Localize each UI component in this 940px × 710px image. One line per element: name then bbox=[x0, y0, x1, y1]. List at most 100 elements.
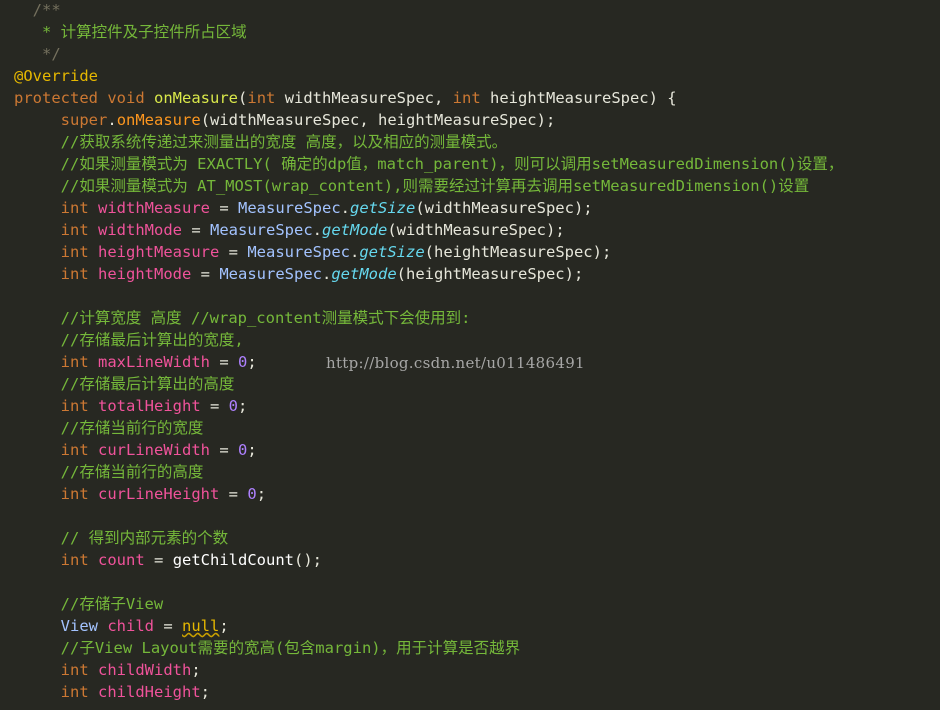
code-token: ; bbox=[191, 661, 201, 679]
code-token: int bbox=[60, 397, 89, 415]
code-token: getSize bbox=[350, 199, 416, 217]
code-line: int childWidth; bbox=[14, 659, 201, 681]
code-token: View bbox=[60, 617, 98, 635]
code-token: int bbox=[452, 89, 481, 107]
code-token: = bbox=[219, 485, 248, 503]
code-token: super bbox=[60, 111, 108, 129]
code-token: int bbox=[60, 243, 89, 261]
code-token: void bbox=[107, 89, 145, 107]
code-token: heightMeasure bbox=[98, 243, 220, 261]
code-token: int bbox=[60, 441, 89, 459]
code-token: = bbox=[210, 353, 238, 371]
code-token: // 得到内部元素的个数 bbox=[14, 529, 229, 547]
code-line: /** bbox=[14, 0, 61, 21]
code-token: MeasureSpec bbox=[247, 243, 350, 261]
code-line: //存储最后计算出的宽度, bbox=[14, 329, 244, 351]
code-token: int bbox=[247, 89, 276, 107]
code-token: count bbox=[98, 551, 145, 569]
code-line: int curLineHeight = 0; bbox=[14, 483, 266, 505]
code-line: @Override bbox=[14, 65, 98, 87]
code-token: 0 bbox=[238, 441, 248, 459]
code-token: int bbox=[60, 199, 89, 217]
code-line: int heightMeasure = MeasureSpec.getSize(… bbox=[14, 241, 612, 263]
code-line: //存储子View bbox=[14, 593, 164, 615]
code-token: getMode bbox=[322, 221, 388, 239]
code-token: = bbox=[154, 617, 183, 635]
code-token: ; bbox=[200, 683, 211, 701]
code-token: null bbox=[182, 617, 220, 635]
code-token: heightMeasureSpec) { bbox=[480, 89, 677, 107]
code-line: //存储当前行的高度 bbox=[14, 461, 204, 483]
code-token: getMode bbox=[331, 265, 397, 283]
code-token: 0 bbox=[228, 397, 239, 415]
code-token: //存储最后计算出的宽度, bbox=[14, 331, 244, 349]
code-line: int maxLineWidth = 0; bbox=[14, 351, 257, 373]
code-token: onMeasure bbox=[116, 111, 201, 129]
code-token: widthMode bbox=[98, 221, 183, 239]
code-token: (widthMeasureSpec, heightMeasureSpec); bbox=[200, 111, 556, 129]
code-token: (widthMeasureSpec); bbox=[387, 221, 565, 239]
code-token: child bbox=[107, 617, 155, 635]
code-token: getChildCount bbox=[172, 551, 295, 569]
code-token: . bbox=[107, 111, 117, 129]
code-token: //子View Layout需要的宽高(包含margin)，用于计算是否越界 bbox=[14, 639, 521, 657]
code-token: . bbox=[340, 199, 350, 217]
code-token: 0 bbox=[238, 353, 248, 371]
code-token: ( bbox=[238, 89, 248, 107]
code-token: totalHeight bbox=[98, 397, 201, 415]
code-token: widthMeasureSpec, bbox=[275, 89, 453, 107]
code-token: * 计算控件及子控件所占区域 bbox=[14, 23, 247, 41]
code-line: //如果测量模式为 EXACTLY( 确定的dp值，match_parent)，… bbox=[14, 153, 844, 175]
code-line: int curLineWidth = 0; bbox=[14, 439, 257, 461]
code-token: MeasureSpec bbox=[238, 199, 341, 217]
code-token: = bbox=[219, 243, 248, 261]
code-token: //获取系统传递过来测量出的宽度 高度，以及相应的测量模式。 bbox=[14, 133, 508, 151]
code-token: ; bbox=[238, 397, 248, 415]
code-line: //存储当前行的宽度 bbox=[14, 417, 204, 439]
code-token: int bbox=[60, 485, 89, 503]
code-token: = bbox=[210, 441, 238, 459]
code-token: = bbox=[182, 221, 211, 239]
code-line: int widthMeasure = MeasureSpec.getSize(w… bbox=[14, 197, 593, 219]
code-token: ; bbox=[247, 353, 257, 371]
code-token: ; bbox=[219, 617, 229, 635]
code-line: int childHeight; bbox=[14, 681, 210, 703]
code-line: */ bbox=[14, 43, 61, 65]
code-token: childWidth bbox=[98, 661, 192, 679]
code-token: curLineWidth bbox=[98, 441, 210, 459]
code-line: View child = null; bbox=[14, 615, 229, 637]
code-line: //存储最后计算出的高度 bbox=[14, 373, 235, 395]
code-token: //如果测量模式为 EXACTLY( 确定的dp值，match_parent)，… bbox=[14, 155, 844, 173]
code-line: // 得到内部元素的个数 bbox=[14, 527, 229, 549]
code-token: int bbox=[60, 683, 89, 701]
code-token: /** bbox=[14, 1, 61, 19]
code-token: //存储当前行的高度 bbox=[14, 463, 204, 481]
code-line: int totalHeight = 0; bbox=[14, 395, 248, 417]
code-token: = bbox=[144, 551, 173, 569]
code-token: //存储最后计算出的高度 bbox=[14, 375, 235, 393]
code-token: //存储当前行的宽度 bbox=[14, 419, 204, 437]
watermark-url: http://blog.csdn.net/u011486491 bbox=[326, 354, 585, 372]
code-token: widthMeasure bbox=[98, 199, 210, 217]
code-line: //子View Layout需要的宽高(包含margin)，用于计算是否越界 bbox=[14, 637, 520, 659]
code-token: (widthMeasureSpec); bbox=[415, 199, 593, 217]
